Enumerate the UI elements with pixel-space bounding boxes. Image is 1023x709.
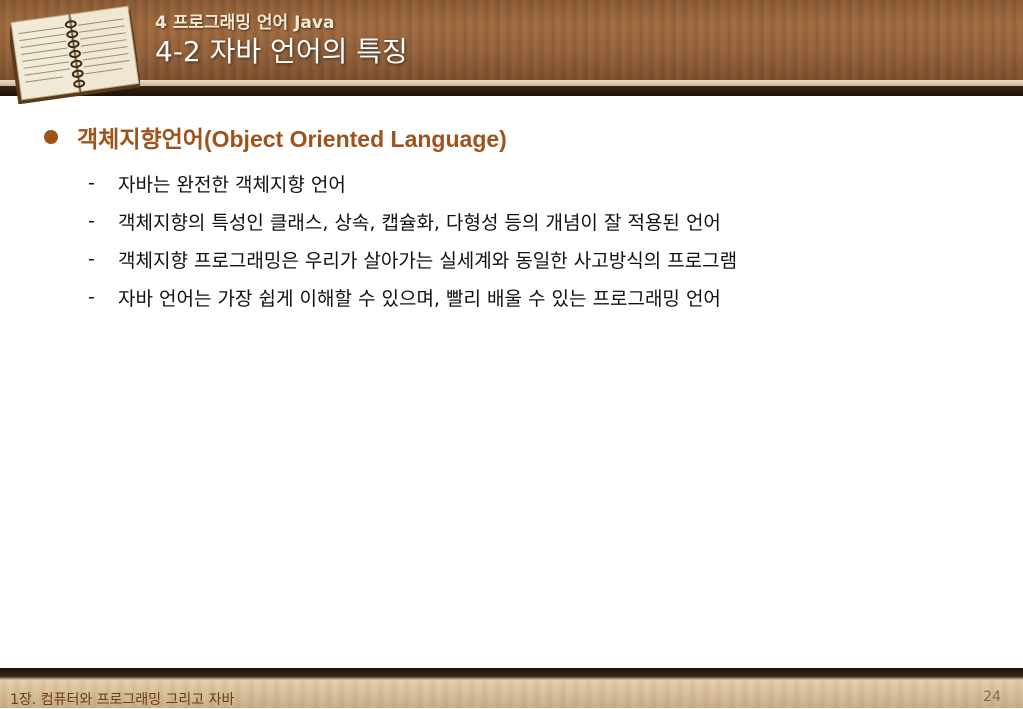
main-bullet: 객체지향언어(Object Oriented Language)	[44, 122, 507, 152]
header-banner: 4 프로그래밍 언어 Java 4-2 자바 언어의 특징	[0, 0, 1023, 104]
list-item-text: 객체지향 프로그래밍은 우리가 살아가는 실세계와 동일한 사고방식의 프로그램	[118, 249, 738, 272]
footer-edge-dark	[0, 668, 1023, 680]
list-item: - 자바는 완전한 객체지향 언어	[88, 164, 737, 202]
main-bullet-text: 객체지향언어(Object Oriented Language)	[77, 126, 507, 152]
list-item-text: 객체지향의 특성인 클래스, 상속, 캡슐화, 다형성 등의 개념이 잘 적용된…	[118, 211, 721, 234]
list-item: - 객체지향의 특성인 클래스, 상속, 캡슐화, 다형성 등의 개념이 잘 적…	[88, 202, 737, 240]
page-title: 4-2 자바 언어의 특징	[155, 35, 408, 68]
dash-marker: -	[88, 286, 95, 308]
list-item: - 객체지향 프로그래밍은 우리가 살아가는 실세계와 동일한 사고방식의 프로…	[88, 240, 737, 278]
footer-bar: 1장. 컴퓨터와 프로그래밍 그리고 자바 24	[0, 668, 1023, 708]
dash-marker: -	[88, 248, 95, 270]
sub-item-list: - 자바는 완전한 객체지향 언어 - 객체지향의 특성인 클래스, 상속, 캡…	[88, 164, 737, 316]
bullet-dot-icon	[44, 130, 58, 144]
page-number: 24	[983, 689, 1001, 705]
open-book-icon	[10, 5, 140, 104]
list-item-text: 자바 언어는 가장 쉽게 이해할 수 있으며, 빨리 배울 수 있는 프로그래밍…	[118, 287, 721, 310]
footer-chapter: 1장. 컴퓨터와 프로그래밍 그리고 자바	[10, 692, 235, 708]
dash-marker: -	[88, 172, 95, 194]
list-item-text: 자바는 완전한 객체지향 언어	[118, 173, 346, 196]
list-item: - 자바 언어는 가장 쉽게 이해할 수 있으며, 빨리 배울 수 있는 프로그…	[88, 278, 737, 316]
header-edge-dark	[0, 86, 1023, 96]
section-subtitle: 4 프로그래밍 언어 Java	[155, 13, 335, 33]
dash-marker: -	[88, 210, 95, 232]
